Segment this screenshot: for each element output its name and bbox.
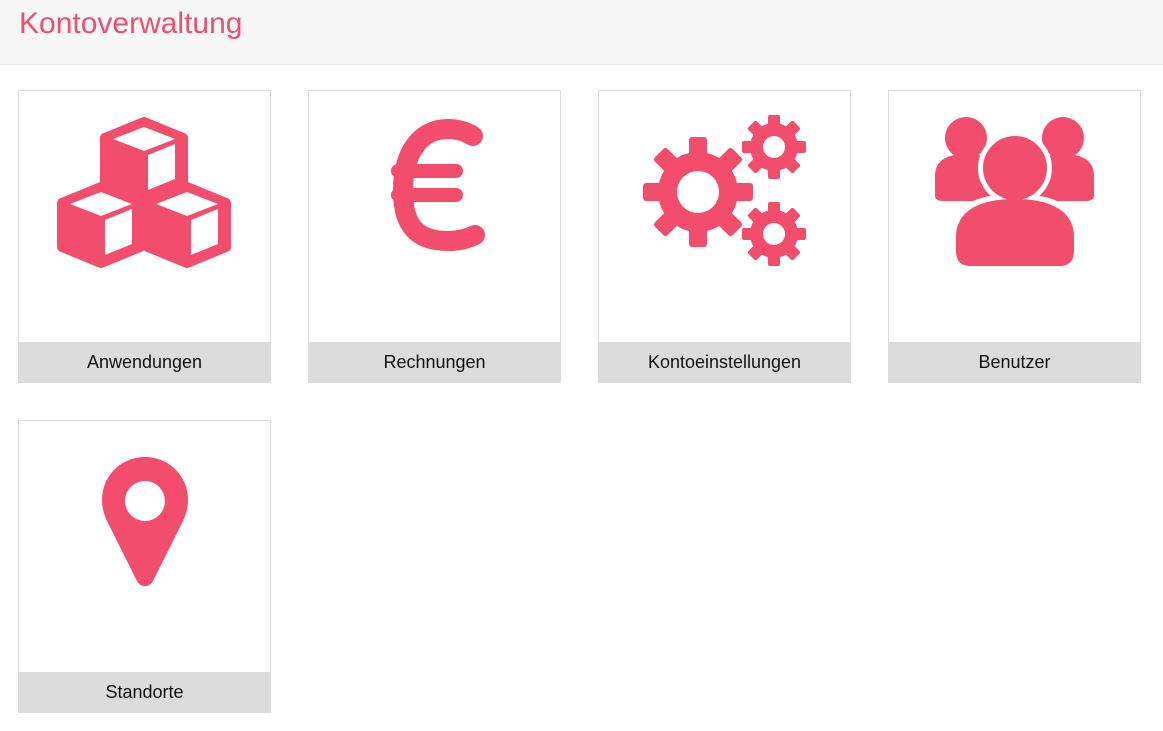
gears-icon xyxy=(599,91,850,342)
tile-rechnungen[interactable]: Rechnungen xyxy=(308,90,561,383)
cubes-icon xyxy=(19,91,270,342)
tile-label: Standorte xyxy=(18,672,271,713)
tile-anwendungen[interactable]: Anwendungen xyxy=(18,90,271,383)
tile-label: Kontoeinstellungen xyxy=(598,342,851,383)
page-title: Kontoverwaltung xyxy=(19,7,243,40)
tile-label: Benutzer xyxy=(888,342,1141,383)
map-marker-icon xyxy=(19,421,270,672)
tile-standorte[interactable]: Standorte xyxy=(18,420,271,713)
tile-label: Anwendungen xyxy=(18,342,271,383)
page-header: Kontoverwaltung xyxy=(0,0,1163,65)
tile-benutzer[interactable]: Benutzer xyxy=(888,90,1141,383)
tile-label: Rechnungen xyxy=(308,342,561,383)
euro-icon xyxy=(309,91,560,342)
tile-kontoeinstellungen[interactable]: Kontoeinstellungen xyxy=(598,90,851,383)
users-icon xyxy=(889,91,1140,342)
